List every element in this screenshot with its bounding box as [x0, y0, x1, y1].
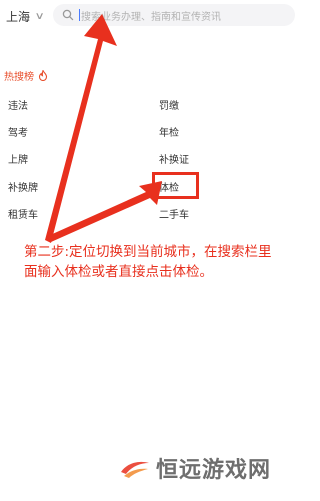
hot-item-license-replacement[interactable]: 补换证	[159, 151, 189, 166]
city-selector[interactable]: 上海 ∨	[6, 8, 45, 25]
watermark-text: 恒远游戏网	[156, 457, 272, 483]
chevron-down-icon: ∨	[34, 11, 45, 22]
top-bar: 上海 ∨ 搜索业务办理、指南和宣传资讯	[0, 0, 300, 36]
watermark: 恒远游戏网	[118, 452, 271, 484]
hot-item-annual-inspection[interactable]: 年检	[159, 124, 179, 139]
hot-item-driving-test[interactable]: 驾考	[8, 124, 28, 139]
arrow-to-physical-exam	[48, 181, 162, 242]
hot-search-title: 热搜榜	[4, 68, 48, 83]
hot-item-used-car[interactable]: 二手车	[159, 206, 189, 221]
hot-item-plate-replacement[interactable]: 补换牌	[8, 179, 38, 194]
highlight-box-physical-exam	[152, 172, 199, 199]
hot-item-fine-payment[interactable]: 罚缴	[159, 97, 179, 112]
city-label: 上海	[6, 10, 31, 24]
hot-search-label: 热搜榜	[4, 72, 34, 83]
search-input[interactable]: 搜索业务办理、指南和宣传资讯	[53, 4, 295, 26]
search-icon	[62, 9, 74, 21]
hot-item-rental-car[interactable]: 租赁车	[8, 206, 38, 221]
instruction-text: 第二步:定位切换到当前城市，在搜索栏里面输入体检或者直接点击体检。	[24, 244, 272, 280]
flame-icon	[38, 70, 48, 81]
arrow-to-search-bar	[45, 14, 117, 243]
text-cursor	[79, 9, 80, 21]
search-placeholder: 搜索业务办理、指南和宣传资讯	[81, 12, 221, 23]
hot-item-plate-registration[interactable]: 上牌	[8, 151, 28, 166]
watermark-logo-icon	[121, 461, 149, 478]
hot-item-violation[interactable]: 违法	[8, 97, 28, 112]
